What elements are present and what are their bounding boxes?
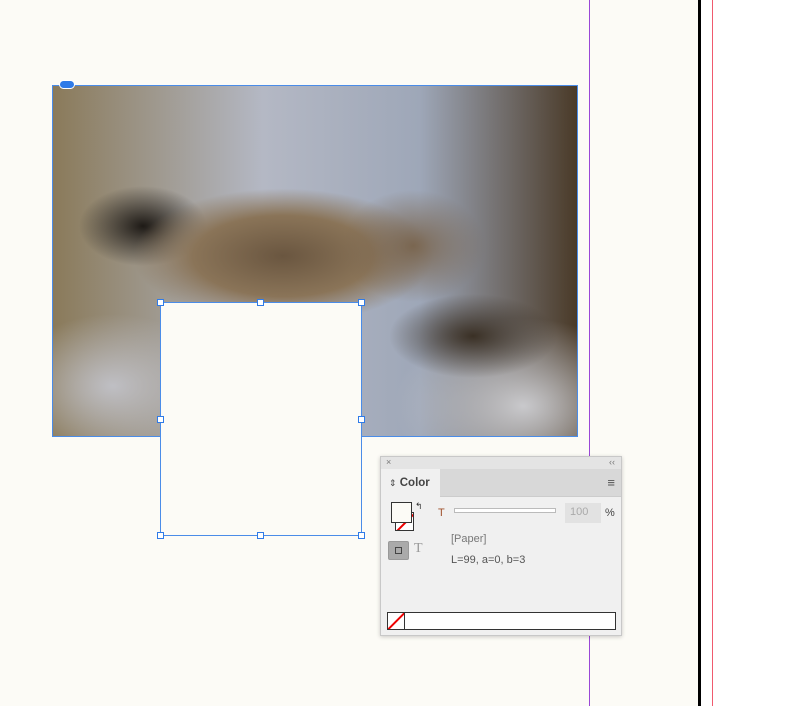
pasteboard <box>701 0 795 706</box>
formatting-text-button[interactable]: T <box>414 541 423 557</box>
tab-label: Color <box>399 477 430 489</box>
color-ramp[interactable] <box>387 612 616 630</box>
tint-unit: % <box>605 507 615 519</box>
handle-top[interactable] <box>257 299 264 306</box>
handle-top-left[interactable] <box>157 299 164 306</box>
panel-menu-icon[interactable]: ≡ <box>607 475 615 490</box>
selected-rectangle-frame[interactable] <box>160 302 362 536</box>
color-values: L=99, a=0, b=3 <box>451 554 526 566</box>
handle-left[interactable] <box>157 416 164 423</box>
page-edge <box>698 0 701 706</box>
color-panel: × ‹‹ ⇕ Color ≡ ↰ T T 100 % [Paper] L=99,… <box>380 456 622 636</box>
handle-right[interactable] <box>358 416 365 423</box>
tab-color[interactable]: ⇕ Color <box>381 469 440 497</box>
tint-slider[interactable] <box>454 508 556 513</box>
link-icon[interactable] <box>59 80 75 89</box>
close-icon[interactable]: × <box>386 457 391 467</box>
fill-swatch[interactable] <box>391 502 412 523</box>
swatch-name: [Paper] <box>451 533 487 545</box>
tab-arrow-icon: ⇕ <box>389 478 397 488</box>
handle-bottom[interactable] <box>257 532 264 539</box>
swap-icon[interactable]: ↰ <box>415 501 423 512</box>
bleed-guide <box>712 0 713 706</box>
tint-label: T <box>438 507 445 519</box>
formatting-container-button[interactable] <box>388 541 409 560</box>
none-swatch[interactable] <box>388 613 405 629</box>
collapse-icon[interactable]: ‹‹ <box>609 457 615 467</box>
handle-top-right[interactable] <box>358 299 365 306</box>
handle-bottom-left[interactable] <box>157 532 164 539</box>
tint-input[interactable]: 100 <box>565 503 601 523</box>
handle-bottom-right[interactable] <box>358 532 365 539</box>
